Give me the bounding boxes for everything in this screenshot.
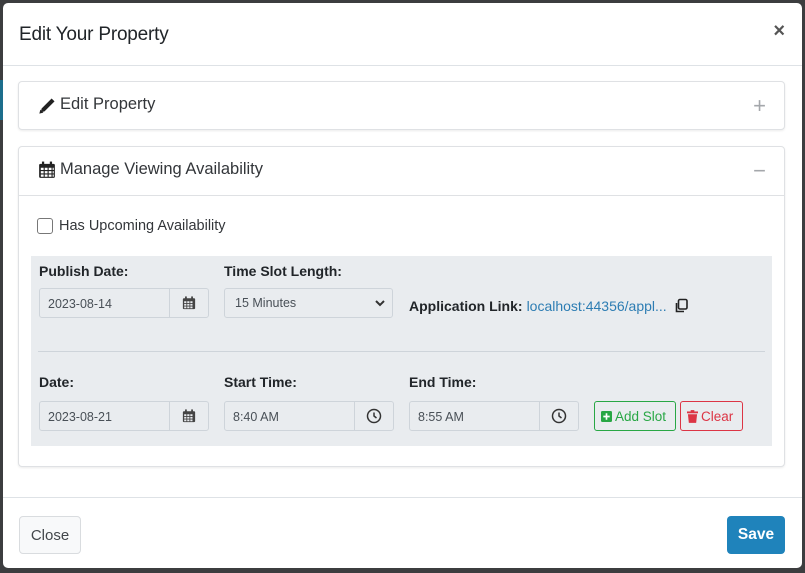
start-time-label: Start Time: <box>224 374 297 390</box>
plus-square-icon <box>601 410 612 422</box>
slot-date-input[interactable]: 2023-08-21 <box>39 401 209 431</box>
has-upcoming-availability-label: Has Upcoming Availability <box>59 218 226 234</box>
slot-date-picker-button[interactable] <box>169 402 208 430</box>
clock-icon <box>366 408 382 424</box>
end-time-label: End Time: <box>409 374 477 390</box>
end-time-value: 8:55 AM <box>418 410 464 424</box>
slot-date-value: 2023-08-21 <box>48 410 112 424</box>
start-time-input[interactable]: 8:40 AM <box>224 401 394 431</box>
pencil-icon <box>39 98 55 114</box>
edit-property-title: Edit Property <box>60 95 156 113</box>
availability-panel: Publish Date: 2023-08-14 Time Slot Lengt… <box>31 256 772 446</box>
calendar-icon <box>182 409 196 423</box>
add-slot-label: Add Slot <box>615 408 667 424</box>
end-time-picker-button[interactable] <box>539 402 578 430</box>
viewing-availability-section: Manage Viewing Availability − Has Upcomi… <box>18 146 785 467</box>
edit-property-section: Edit Property + <box>18 81 785 130</box>
copy-icon[interactable] <box>673 298 689 314</box>
calendar-icon <box>39 161 55 178</box>
clock-icon <box>551 408 567 424</box>
time-slot-length-value: 15 Minutes <box>235 296 297 310</box>
chevron-down-icon <box>375 300 385 307</box>
add-slot-button[interactable]: Add Slot <box>594 401 676 431</box>
application-link[interactable]: localhost:44356/appl... <box>527 298 667 314</box>
clear-label: Clear <box>701 408 734 424</box>
end-time-input[interactable]: 8:55 AM <box>409 401 579 431</box>
has-upcoming-availability-row: Has Upcoming Availability <box>37 218 226 234</box>
collapse-icon[interactable]: − <box>753 158 766 184</box>
start-time-picker-button[interactable] <box>354 402 393 430</box>
time-slot-length-select[interactable]: 15 Minutes <box>224 288 393 318</box>
application-link-label: Application Link: <box>409 298 523 314</box>
application-link-row: Application Link: localhost:44356/appl..… <box>409 298 689 314</box>
save-button[interactable]: Save <box>727 516 785 554</box>
start-time-value: 8:40 AM <box>233 410 279 424</box>
modal-header: Edit Your Property × <box>3 3 802 66</box>
panel-divider <box>38 351 765 352</box>
viewing-availability-title: Manage Viewing Availability <box>60 160 264 178</box>
publish-date-input[interactable]: 2023-08-14 <box>39 288 209 318</box>
edit-property-header[interactable]: Edit Property + <box>19 82 784 129</box>
close-button[interactable]: Close <box>19 516 81 554</box>
publish-date-picker-button[interactable] <box>169 289 208 317</box>
trash-icon <box>687 409 698 423</box>
modal-footer: Close Save <box>3 497 802 569</box>
date-label: Date: <box>39 374 75 390</box>
calendar-icon <box>182 296 196 310</box>
modal-title: Edit Your Property <box>19 24 169 45</box>
edit-property-modal: Edit Your Property × Edit Property + Man… <box>3 3 802 568</box>
publish-date-label: Publish Date: <box>39 263 129 279</box>
expand-icon[interactable]: + <box>753 93 766 119</box>
has-upcoming-availability-checkbox[interactable] <box>37 218 53 234</box>
viewing-availability-header[interactable]: Manage Viewing Availability − <box>19 147 784 196</box>
close-icon[interactable]: × <box>773 21 785 41</box>
clear-button[interactable]: Clear <box>680 401 743 431</box>
publish-date-value: 2023-08-14 <box>48 297 112 311</box>
time-slot-length-label: Time Slot Length: <box>224 263 342 279</box>
